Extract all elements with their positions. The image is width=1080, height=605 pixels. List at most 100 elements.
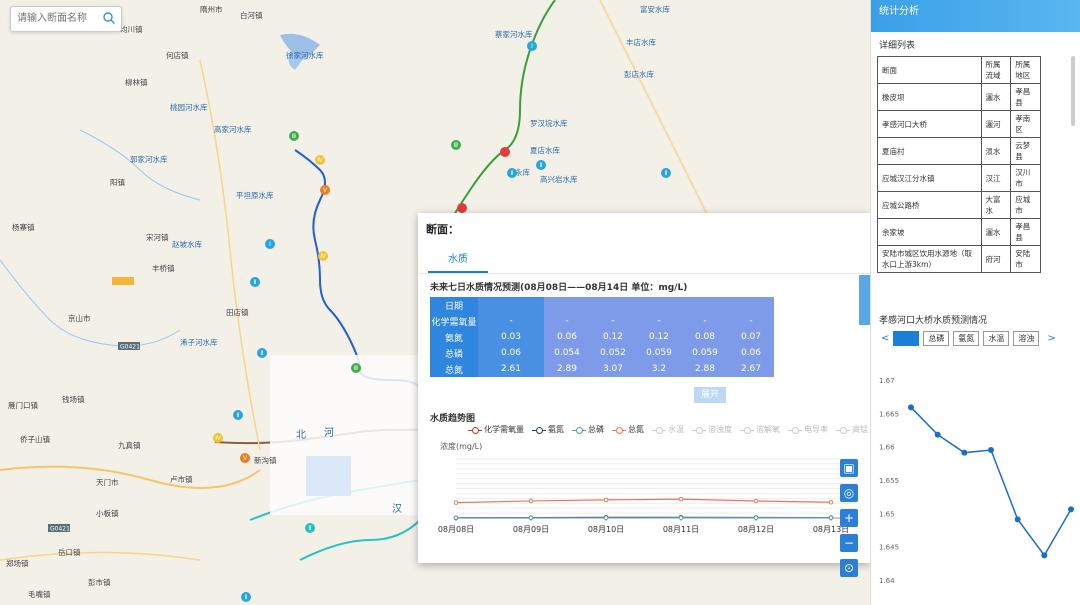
station-marker[interactable]: Ⅳ (213, 433, 223, 443)
table-cell: 汉川市 (1010, 164, 1041, 192)
forecast-cell: - (682, 313, 728, 329)
legend-item[interactable]: 高锰 (836, 424, 868, 435)
y-tick-label: 1.645 (879, 544, 899, 552)
scrollbar[interactable] (1071, 56, 1075, 126)
table-cell: 安陆市 (1010, 245, 1041, 273)
forecast-cell: 0.12 (590, 329, 636, 345)
legend-item[interactable]: 溶浊度 (692, 424, 732, 435)
station-marker[interactable]: Ⅳ (318, 251, 328, 261)
legend-item[interactable]: 溶解氧 (740, 424, 780, 435)
forecast-cell (544, 297, 590, 313)
forecast-cell (682, 297, 728, 313)
forecast-cell: 0.06 (544, 329, 590, 345)
station-marker[interactable]: Ⅰ (265, 239, 275, 249)
map-label: 杨寨镇 (12, 222, 35, 232)
table-cell: 孝南区 (1010, 110, 1041, 138)
svg-text:Ⅰ: Ⅰ (531, 43, 533, 50)
forecast-cell: - (478, 313, 544, 329)
legend-label: 总磷 (588, 425, 604, 434)
legend-item[interactable]: 氨氮 (532, 424, 564, 435)
search-icon[interactable] (102, 11, 116, 25)
legend-item[interactable]: 总磷 (572, 424, 604, 435)
station-marker[interactable]: Ⅳ (315, 155, 325, 165)
image-icon[interactable]: ▣ (840, 459, 858, 477)
legend-item[interactable]: 总氮 (612, 424, 644, 435)
forecast-row: 化学需氧量 - - - - - - (430, 313, 774, 329)
map-label: 郭家河水库 (130, 154, 168, 164)
station-marker[interactable]: Ⅴ (240, 453, 250, 463)
map-label: 桃园河水库 (170, 102, 208, 112)
popup-side-handle[interactable] (859, 275, 870, 325)
prev-arrow-icon[interactable]: < (881, 333, 889, 344)
station-marker[interactable] (457, 203, 467, 213)
search-box[interactable] (10, 6, 122, 32)
expand-button[interactable]: 展开 (694, 387, 726, 403)
station-marker[interactable]: Ⅱ (250, 277, 260, 287)
forecast-row: 总磷 0.06 0.054 0.052 0.059 0.059 0.06 (430, 345, 774, 361)
param-tab[interactable]: 水温 (983, 331, 1010, 346)
station-marker[interactable]: Ⅱ (536, 160, 546, 170)
map-label: 新沟镇 (254, 455, 277, 465)
forecast-row: 总氮 2.61 2.89 3.07 3.2 2.88 2.67 (430, 361, 774, 377)
table-cell: 汉江 (980, 164, 1012, 192)
legend-item[interactable]: 电导率 (788, 424, 828, 435)
param-tab[interactable]: 总氮 (893, 331, 920, 346)
zoom-out-icon[interactable]: − (840, 534, 858, 552)
station-marker[interactable]: Ⅴ (320, 185, 330, 195)
table-cell: 灑河 (980, 110, 1012, 138)
table-row[interactable]: 余家坡 灑水 孝昌县 (877, 218, 1041, 246)
tab-water-quality[interactable]: 水质 (428, 249, 488, 273)
station-marker[interactable]: Ⅱ (305, 523, 315, 533)
forecast-cell (478, 297, 544, 313)
station-marker[interactable]: Ⅲ (451, 140, 461, 150)
series-point (828, 515, 834, 520)
legend-marker (468, 426, 482, 434)
map-label: 柳林镇 (125, 77, 148, 87)
param-tab[interactable]: 溶浊 (1013, 331, 1040, 346)
forecast-point (1068, 506, 1074, 513)
table-row[interactable]: 安陆市城区饮用水源地（取水口上游3km） 府河 安陆市 (877, 245, 1041, 273)
zoom-in-icon[interactable]: + (840, 509, 858, 527)
next-arrow-icon[interactable]: > (1047, 333, 1055, 344)
station-marker[interactable]: Ⅱ (661, 168, 671, 178)
map-label: 卢市镇 (170, 474, 193, 484)
param-tab[interactable]: 总磷 (923, 331, 950, 346)
table-row[interactable]: 孝感河口大桥 灑河 孝南区 (877, 110, 1041, 138)
station-marker[interactable]: Ⅲ (289, 131, 299, 141)
forecast-cell: 2.89 (544, 361, 590, 377)
station-marker[interactable]: Ⅱ (241, 592, 251, 602)
table-row[interactable]: 应城汉江分水镇 汉江 汉川市 (877, 164, 1041, 192)
table-row[interactable]: 橡皮坝 灑水 孝昌县 (877, 83, 1041, 111)
map-label: 夏店水库 (530, 145, 560, 155)
station-marker[interactable]: Ⅱ (507, 168, 517, 178)
table-cell: 孝昌县 (1010, 218, 1041, 246)
table-row[interactable]: 夏庙村 涢水 云梦县 (877, 137, 1041, 165)
series-line (455, 498, 832, 504)
legend-item[interactable]: 水温 (652, 424, 684, 435)
table-cell: 孝昌县 (1010, 83, 1041, 111)
detail-table-wrap[interactable]: 断面 所属流域 所属地区 橡皮坝 灑水 孝昌县 孝感河口大桥 灑河 孝南区 夏庙村 涢水 云梦县 应城汉… (877, 56, 1069, 296)
legend-marker (652, 426, 666, 434)
legend-marker (612, 426, 626, 434)
table-row[interactable]: 应城公路桥 大富水 应城市 (877, 191, 1041, 219)
detail-header-cell: 所属地区 (1010, 56, 1041, 84)
legend-item[interactable]: 化学需氧量 (468, 424, 524, 435)
map-label: 阳镇 (110, 177, 125, 187)
series-point (678, 496, 684, 502)
series-point (603, 515, 609, 520)
locate-icon[interactable]: ◎ (840, 484, 858, 502)
search-input[interactable] (11, 7, 99, 29)
forecast-cell (728, 297, 774, 313)
station-marker[interactable]: Ⅱ (257, 348, 267, 358)
station-marker[interactable]: Ⅰ (527, 41, 537, 51)
station-marker[interactable] (500, 147, 510, 157)
forecast-cell: 2.88 (682, 361, 728, 377)
forecast-cell: 0.052 (590, 345, 636, 361)
popup-title: 断面： (426, 223, 459, 236)
forecast-cell (636, 297, 682, 313)
target-icon[interactable]: ⊙ (840, 559, 858, 577)
param-tab[interactable]: 氨氮 (953, 331, 980, 346)
station-forecast-chart: 1.67 1.665 1.66 1.655 1.65 1.645 1.64 (879, 377, 1074, 585)
station-marker[interactable]: Ⅲ (351, 363, 361, 373)
station-marker[interactable]: Ⅱ (233, 410, 243, 420)
